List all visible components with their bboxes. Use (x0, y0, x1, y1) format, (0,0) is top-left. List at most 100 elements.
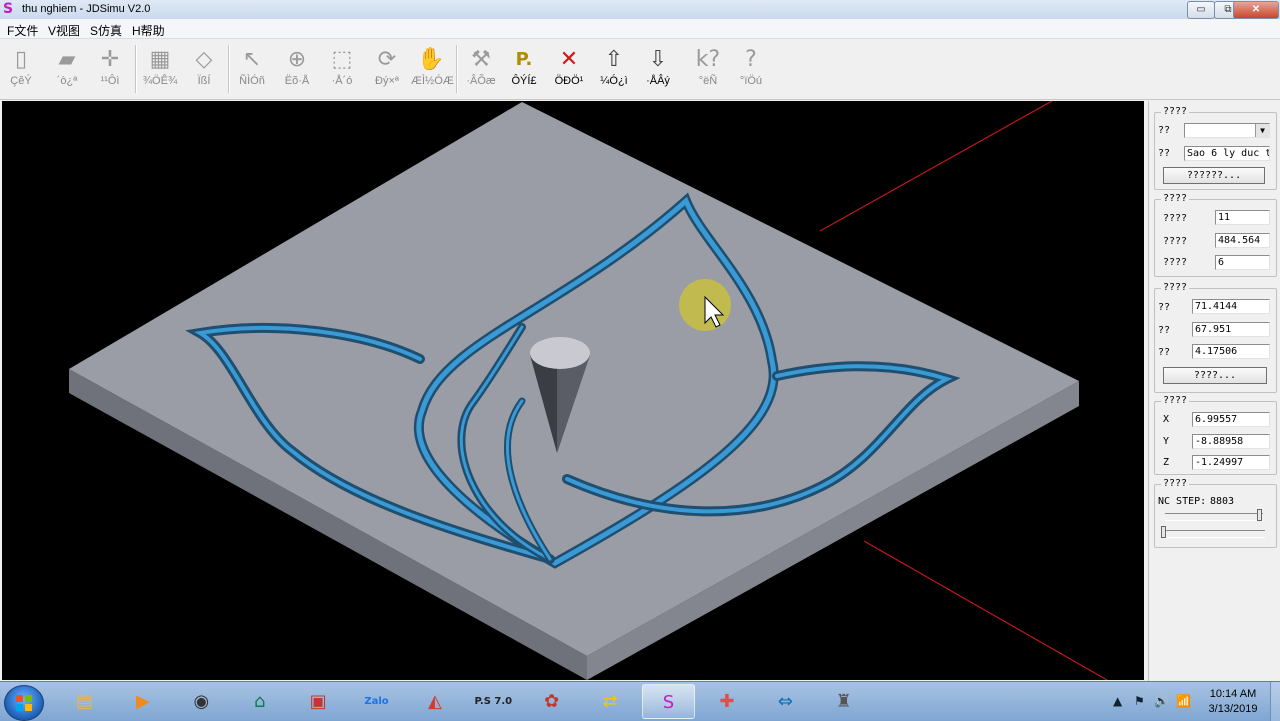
minimize-button[interactable]: ▭ (1187, 1, 1215, 19)
select-area-icon: ⬚ (331, 47, 353, 72)
close-button[interactable]: ✕ (1233, 1, 1279, 19)
toolbar-label: ·Å´ó (331, 75, 353, 87)
toolbar-button-stop[interactable]: ✕ ÖÐÖ¹ (549, 45, 589, 97)
clock-time: 10:14 AM (1209, 688, 1257, 700)
machining-group: ???? ???? 11 ???? 484.564 ???? 6 (1154, 193, 1277, 277)
toolbar-label: °ïÖú (739, 75, 763, 87)
pause-icon: P. (515, 49, 533, 70)
rotate-icon: ⟳ (377, 47, 397, 72)
tool-name-field[interactable]: Sao 6 ly duc t (1184, 146, 1270, 161)
block-icon: ▦ (149, 47, 171, 72)
taskbar-app-media-player[interactable]: ▶ (116, 684, 169, 719)
taskbar-app-zalo[interactable]: Zalo (350, 684, 403, 719)
size-field-1[interactable]: 71.4144 (1192, 299, 1270, 314)
speed-slider[interactable] (1161, 526, 1265, 538)
taskbar-app-shield-app[interactable]: ✚ (700, 684, 753, 719)
size-label-1: ?? (1158, 302, 1171, 313)
toolbar-button-help[interactable]: ? °ïÖú (731, 45, 771, 97)
size-field-2[interactable]: 67.951 (1192, 322, 1270, 337)
toolbar-button-select-area[interactable]: ⬚ ·Å´ó (322, 45, 362, 97)
start-button[interactable] (4, 685, 44, 721)
taskbar-app-artcam[interactable]: ✿ (525, 684, 578, 719)
toolbar-button-rotate[interactable]: ⟳ Ðý×ª (367, 45, 407, 97)
nc-group: ???? NC STEP: 8803 (1154, 478, 1277, 548)
toolbar-separator (135, 45, 137, 93)
toolbar-button-crosshair-plus[interactable]: ✛ ¹¹Ôì (90, 45, 130, 97)
network-icon[interactable]: 📶 (1176, 694, 1191, 708)
machining-field-1[interactable]: 11 (1215, 210, 1270, 225)
toolbar-button-cube[interactable]: ◇ ÏßÍ (184, 45, 224, 97)
simulation-viewport[interactable] (2, 101, 1144, 680)
size-group: ???? ?? 71.4144 ?? 67.951 ?? 4.17506 ???… (1154, 282, 1277, 393)
menu-bar: F文件 V视图 S仿真 H帮助 (0, 19, 1280, 39)
tool-settings-button[interactable]: ??????... (1163, 167, 1265, 184)
taskbar-app-camera[interactable]: ◉ (175, 684, 228, 719)
position-z-field[interactable]: -1.24997 (1192, 455, 1270, 470)
nc-step-label: NC STEP: (1158, 496, 1207, 507)
taskbar-app-sync-app[interactable]: ⇄ (584, 684, 637, 719)
nc-progress-thumb[interactable] (1257, 509, 1262, 521)
chevron-down-icon[interactable]: ▼ (1255, 124, 1269, 137)
pointer-icon: ↖ (242, 47, 262, 72)
position-group-title: ???? (1161, 395, 1190, 406)
simulate-icon: ⚒ (471, 47, 491, 72)
taskbar-app-teamviewer[interactable]: ⇔ (759, 684, 812, 719)
toolbar-button-speed-up[interactable]: ⇧ ¼Ó¿ì (594, 45, 634, 97)
taskbar-app-network-app[interactable]: ▣ (292, 684, 345, 719)
toolbar-button-pause[interactable]: P. ÔÝÍ£ (504, 45, 544, 97)
machining-field-3[interactable]: 6 (1215, 255, 1270, 270)
nc-progress-slider[interactable] (1165, 509, 1263, 521)
menu-view[interactable]: V视图 (48, 22, 80, 39)
toolbar-label: ¼Ó¿ì (600, 75, 628, 87)
size-label-2: ?? (1158, 325, 1171, 336)
toolbar-label: ¹¹Ôì (100, 75, 120, 87)
tool-type-select[interactable]: ▼ (1184, 123, 1270, 138)
x-axis-line (819, 101, 1053, 232)
toolbar-button-new-file[interactable]: ▯ ÇĕÝ (1, 45, 41, 97)
position-y-field[interactable]: -8.88958 (1192, 434, 1270, 449)
nc-group-title: ???? (1161, 478, 1190, 489)
toolbar-button-zoom[interactable]: ⊕ Ëõ·Å (277, 45, 317, 97)
menu-help[interactable]: H帮助 (132, 22, 165, 39)
toolbar-label: ¾ÖÊ¾ (142, 75, 178, 87)
toolbar-label: Ëõ·Å (284, 75, 310, 87)
size-settings-button[interactable]: ????... (1163, 367, 1267, 384)
taskbar-app-jdsimu[interactable]: S (642, 684, 695, 719)
action-center-icon[interactable]: ⚑ (1134, 694, 1145, 708)
toolbar-button-simulate[interactable]: ⚒ ·ÂÕæ (461, 45, 501, 97)
menu-file[interactable]: F文件 (7, 22, 38, 39)
toolbar-button-slow-down[interactable]: ⇩ ·ÅÂý (638, 45, 678, 97)
cube-icon: ◇ (195, 47, 213, 72)
taskbar-app-machine-app[interactable]: ♜ (817, 684, 870, 719)
taskbar-app-chrome-like[interactable]: ◭ (408, 684, 461, 719)
toolbar-button-block[interactable]: ▦ ¾ÖÊ¾ (140, 45, 180, 97)
stop-icon: ✕ (559, 47, 579, 72)
taskbar-app-house-app[interactable]: ⌂ (233, 684, 286, 719)
tray-expand-icon[interactable]: ▲ (1113, 694, 1122, 708)
title-bar[interactable]: S thu nghiem - JDSimu V2.0 ▭ ⧉ ✕ (0, 0, 1280, 20)
taskbar-app-explorer[interactable]: ▤ (58, 684, 111, 719)
volume-icon[interactable]: 🔊 (1154, 694, 1169, 708)
toolbar-label: ÇĕÝ (10, 75, 32, 87)
toolbar-button-whats-this[interactable]: k? °ëÑ (688, 45, 728, 97)
taskbar-app-ps7[interactable]: P.S 7.0 (467, 684, 520, 719)
toolbar-label: ·ÅÂý (646, 75, 670, 87)
position-x-label: X (1163, 414, 1170, 425)
tool-name-label: ?? (1158, 148, 1171, 159)
show-desktop-button[interactable] (1270, 682, 1280, 721)
speed-up-icon: ⇧ (604, 47, 624, 72)
speed-thumb[interactable] (1161, 526, 1166, 538)
windows-logo-icon (16, 695, 32, 711)
toolbar-label: ·ÂÕæ (466, 75, 496, 87)
clock[interactable]: 10:14 AM 3/13/2019 (1200, 687, 1266, 717)
size-field-3[interactable]: 4.17506 (1192, 344, 1270, 359)
help-icon: ? (745, 47, 757, 72)
whats-this-icon: k? (695, 47, 721, 72)
machining-field-2[interactable]: 484.564 (1215, 233, 1270, 248)
toolbar-button-pan-hand[interactable]: ✋ ÆÌ½ÓÆ (411, 45, 454, 97)
machining-group-title: ???? (1161, 193, 1190, 204)
position-x-field[interactable]: 6.99557 (1192, 412, 1270, 427)
toolbar-button-pointer[interactable]: ↖ ÑÌÓñ (232, 45, 272, 97)
toolbar-button-open-folder[interactable]: ▰ ´ò¿ª (47, 45, 87, 97)
menu-simulate[interactable]: S仿真 (90, 22, 122, 39)
